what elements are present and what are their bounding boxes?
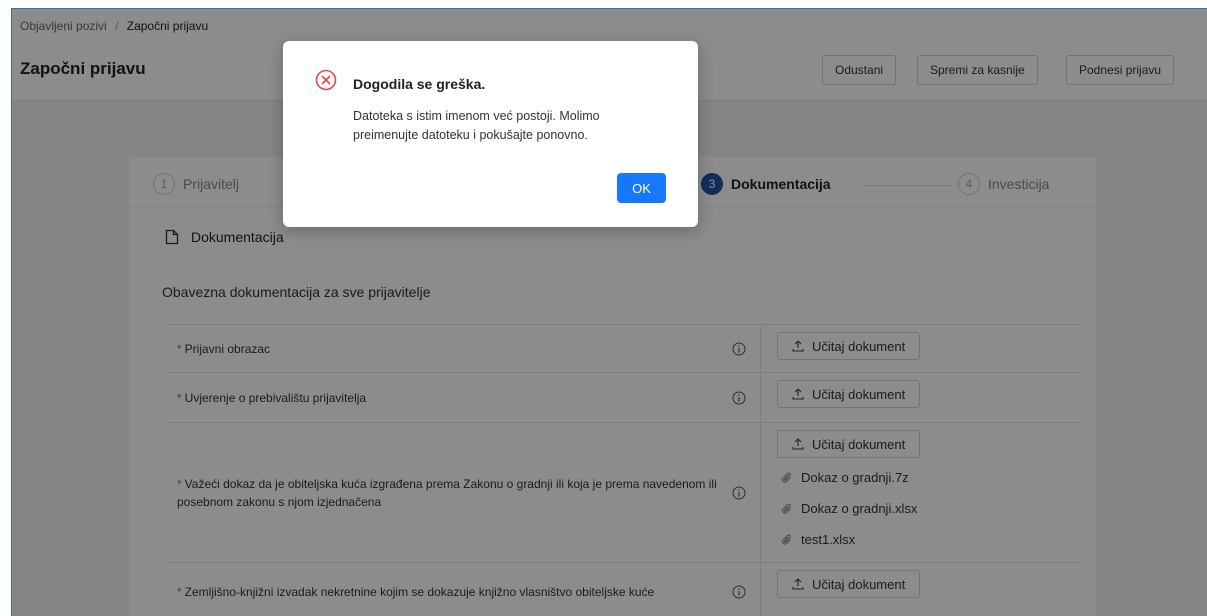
error-dialog: Dogodila se greška. Datoteka s istim ime… — [283, 41, 698, 227]
dialog-title: Dogodila se greška. — [353, 76, 486, 92]
app-frame: Objavljeni pozivi / Započni prijavu Zapo… — [11, 8, 1207, 616]
ok-button[interactable]: OK — [617, 173, 666, 203]
error-icon — [315, 69, 337, 91]
dialog-message: Datoteka s istim imenom već postoji. Mol… — [353, 109, 600, 142]
